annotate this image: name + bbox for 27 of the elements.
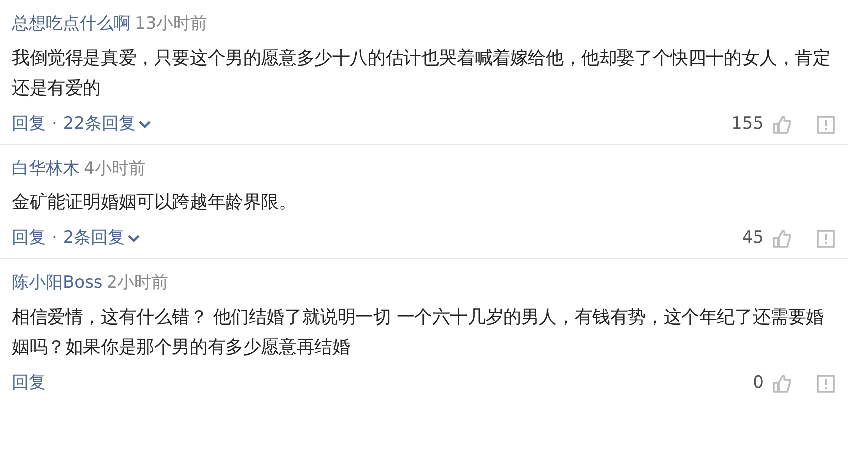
- thumbs-up-icon[interactable]: [772, 229, 792, 249]
- chevron-down-icon: [127, 234, 142, 244]
- username-link[interactable]: 总想吃点什么啊: [12, 12, 131, 38]
- thumbs-up-icon[interactable]: [772, 114, 792, 134]
- reply-button[interactable]: 回复: [12, 370, 46, 396]
- like-count: 0: [753, 372, 764, 395]
- like-count: 155: [732, 112, 764, 136]
- replies-toggle[interactable]: 22条回复: [63, 112, 152, 138]
- report-icon[interactable]: [816, 374, 836, 394]
- separator: ·: [52, 227, 58, 250]
- comment-text: 我倒觉得是真爱，只要这个男的愿意多少十八的估计也哭着喊着嫁给他，他却娶了个快四十的女人，肯定还是有爱的: [12, 46, 832, 100]
- report-icon[interactable]: [816, 114, 836, 134]
- timestamp: 13小时前: [135, 13, 208, 36]
- comment-text: 相信爱情，这有什么错？ 他们结婚了就说明一切 一个六十几岁的男人，有钱有势，这个年纪了还需要婚姻吗？如果你是那个男的有多少愿意再结婚: [12, 306, 826, 360]
- timestamp: 2小时前: [106, 272, 169, 295]
- timestamp: 4小时前: [84, 158, 146, 180]
- report-icon[interactable]: [816, 229, 836, 249]
- replies-toggle[interactable]: 2条回复: [63, 226, 142, 252]
- reply-button[interactable]: 回复: [12, 226, 46, 252]
- separator: ·: [52, 112, 58, 136]
- comment-text: 金矿能证明婚姻可以跨越年龄界限。: [12, 191, 298, 215]
- like-count: 45: [742, 227, 764, 250]
- thumbs-up-icon[interactable]: [772, 374, 792, 394]
- username-link[interactable]: 白华林木: [12, 156, 80, 182]
- chevron-down-icon: [138, 120, 152, 130]
- username-link[interactable]: 陈小阳Boss: [12, 271, 103, 296]
- reply-button[interactable]: 回复: [12, 112, 46, 138]
